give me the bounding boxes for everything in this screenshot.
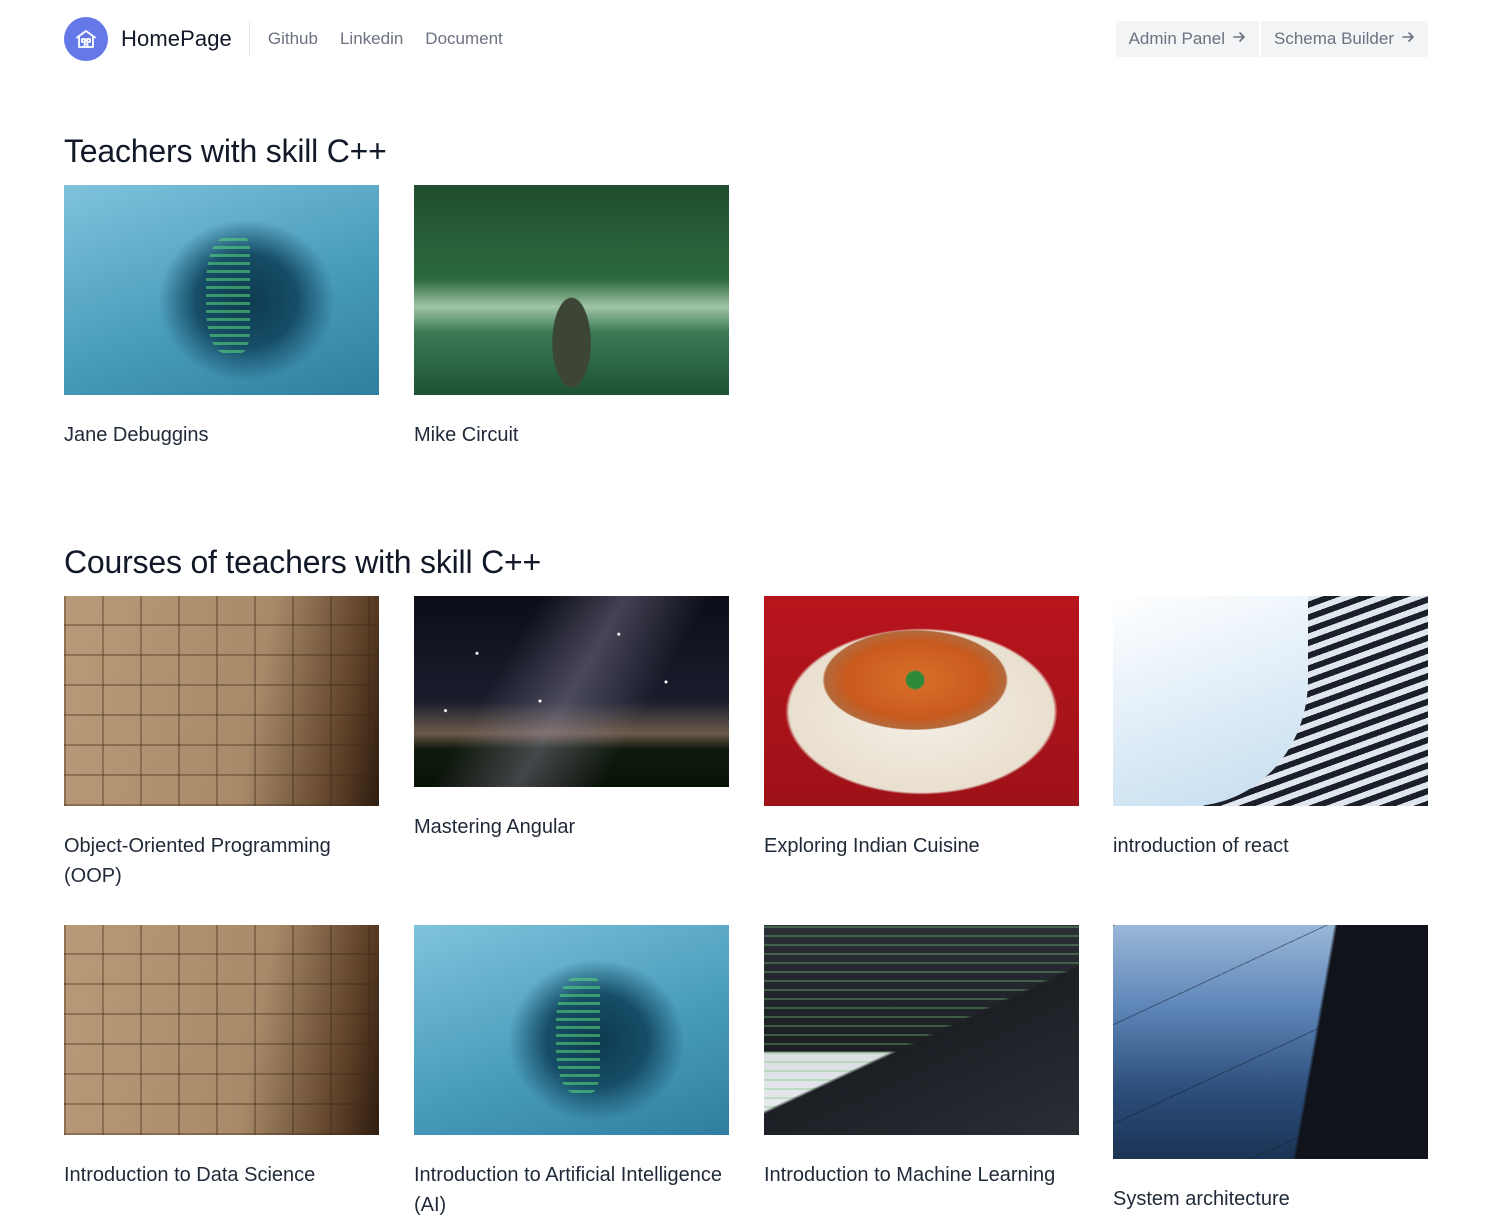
- admin-panel-button[interactable]: Admin Panel: [1115, 21, 1259, 57]
- teacher-photo: [64, 185, 379, 395]
- admin-panel-label: Admin Panel: [1128, 29, 1225, 48]
- course-name: Introduction to Machine Learning: [764, 1164, 1056, 1186]
- course-card[interactable]: Introduction to Machine Learning: [764, 925, 1079, 1190]
- course-photo: [1113, 596, 1428, 806]
- arrow-right-icon: [1232, 30, 1246, 49]
- course-name: Object-Oriented Programming (OOP): [64, 835, 331, 887]
- teacher-name: Mike Circuit: [414, 424, 519, 446]
- course-name: Introduction to Artificial Intelligence …: [414, 1164, 722, 1216]
- teacher-card[interactable]: Mike Circuit: [414, 185, 729, 450]
- course-card[interactable]: System architecture: [1113, 925, 1428, 1214]
- course-photo: [764, 596, 1079, 806]
- main-nav: Github Linkedin Document: [268, 29, 503, 49]
- course-name: System architecture: [1113, 1188, 1290, 1210]
- top-navbar: HomePage Github Linkedin Document Admin …: [64, 17, 1428, 61]
- home-icon: [64, 17, 108, 61]
- teacher-photo: [414, 185, 729, 395]
- nav-link-github[interactable]: Github: [268, 29, 318, 49]
- schema-builder-button[interactable]: Schema Builder: [1258, 21, 1428, 57]
- course-photo: [64, 596, 379, 806]
- brand-link[interactable]: HomePage: [64, 17, 232, 61]
- course-photo: [764, 925, 1079, 1135]
- teacher-name: Jane Debuggins: [64, 424, 209, 446]
- nav-divider: [248, 21, 250, 57]
- header-actions: Admin Panel Schema Builder: [1115, 21, 1428, 57]
- course-photo: [414, 925, 729, 1135]
- course-name: Mastering Angular: [414, 816, 576, 838]
- course-photo: [1113, 925, 1428, 1159]
- course-card[interactable]: introduction of react: [1113, 596, 1428, 861]
- arrow-right-icon: [1401, 30, 1415, 49]
- course-card[interactable]: Introduction to Data Science: [64, 925, 379, 1190]
- course-name: Exploring Indian Cuisine: [764, 835, 980, 857]
- course-card[interactable]: Mastering Angular: [414, 596, 729, 842]
- nav-link-document[interactable]: Document: [425, 29, 502, 49]
- course-photo: [414, 596, 729, 787]
- course-photo: [64, 925, 379, 1135]
- brand-name: HomePage: [121, 26, 232, 51]
- course-name: Introduction to Data Science: [64, 1164, 316, 1186]
- schema-builder-label: Schema Builder: [1273, 29, 1394, 48]
- teacher-card[interactable]: Jane Debuggins: [64, 185, 379, 450]
- course-card[interactable]: Object-Oriented Programming (OOP): [64, 596, 379, 891]
- course-card[interactable]: Exploring Indian Cuisine: [764, 596, 1079, 861]
- teachers-section-title: Teachers with skill C++: [64, 133, 387, 169]
- course-card[interactable]: Introduction to Artificial Intelligence …: [414, 925, 729, 1220]
- course-name: introduction of react: [1113, 835, 1289, 857]
- nav-link-linkedin[interactable]: Linkedin: [340, 29, 403, 49]
- courses-section-title: Courses of teachers with skill C++: [64, 544, 541, 580]
